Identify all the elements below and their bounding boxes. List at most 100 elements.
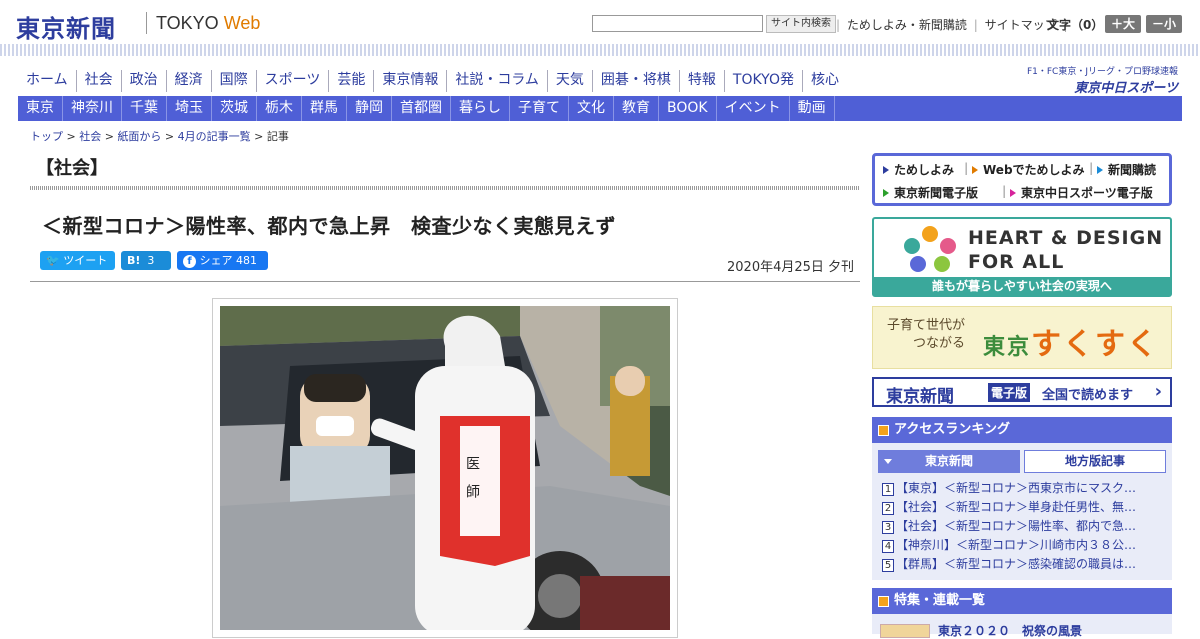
triangle-icon	[972, 166, 978, 174]
breadcrumb-item[interactable]: 4月の記事一覧	[178, 130, 251, 143]
nav-item[interactable]: TOKYO発	[723, 70, 802, 92]
region-nav-item[interactable]: 文化	[569, 96, 614, 121]
heart-design-line1: HEART & DESIGN	[968, 227, 1164, 249]
nav-item[interactable]: 社説・コラム	[446, 70, 547, 92]
nav-item[interactable]: 経済	[165, 70, 211, 92]
site-logo[interactable]: 東京新聞	[16, 9, 116, 44]
promo-chunichi-e-link[interactable]: 東京中日スポーツ電子版	[1010, 184, 1153, 201]
region-nav-item[interactable]: 教育	[614, 96, 659, 121]
nav-item[interactable]: 天気	[546, 70, 592, 92]
font-bigger-button[interactable]: ＋大	[1105, 15, 1141, 33]
nav-item[interactable]: 特報	[678, 70, 724, 92]
breadcrumb-item[interactable]: 社会	[79, 130, 101, 143]
link-divider: |	[973, 18, 978, 32]
region-nav-item[interactable]: 千葉	[122, 96, 167, 121]
breadcrumb-separator: >	[250, 130, 267, 143]
ranking-tab-tokyo-label: 東京新聞	[924, 454, 973, 468]
caret-down-icon	[884, 459, 892, 464]
region-nav-item[interactable]: 首都圏	[392, 96, 451, 121]
breadcrumb-item[interactable]: 紙面から	[117, 130, 161, 143]
region-nav-item[interactable]: 群馬	[302, 96, 347, 121]
nav-item[interactable]: ホーム	[18, 70, 76, 92]
nav-item[interactable]: 芸能	[328, 70, 373, 92]
ranking-item[interactable]: 4 【神奈川】＜新型コロナ＞川崎市内３８公…	[882, 536, 1166, 555]
ranking-tab-tokyo[interactable]: 東京新聞	[878, 450, 1020, 473]
promo-chunichi-e-label: 東京中日スポーツ電子版	[1021, 186, 1153, 200]
region-nav-item[interactable]: 茨城	[212, 96, 257, 121]
facebook-share-label: シェア	[199, 254, 233, 267]
chunichi-tagline: F1・FC東京・Jリーグ・プロ野球速報	[1026, 67, 1178, 77]
region-nav-item[interactable]: 栃木	[257, 96, 302, 121]
nav-item[interactable]: 囲碁・将棋	[591, 70, 679, 92]
promo-e-edition-link[interactable]: 東京新聞電子版	[883, 184, 978, 201]
region-nav-item[interactable]: 動画	[790, 96, 835, 121]
web-accent-text: Web	[223, 13, 261, 33]
section-title: 【社会】	[36, 158, 108, 179]
ranking-list: 1 【東京】＜新型コロナ＞西東京市にマスク… 2 【社会】＜新型コロナ＞単身赴任男性、…	[882, 479, 1166, 574]
e-edition-banner[interactable]: 東京新聞 電子版 全国で読めます ›	[872, 377, 1172, 407]
ranking-item[interactable]: 3 【社会】＜新型コロナ＞陽性率、都内で急…	[882, 517, 1166, 536]
sukusuku-tagline: 子育て世代が つながる	[887, 317, 965, 353]
tokyo-web-logo[interactable]: TOKYO Web	[156, 13, 260, 34]
feature-link[interactable]: 東京２０２０ 祝祭の風景	[938, 622, 1082, 639]
nav-item[interactable]: 東京情報	[373, 70, 446, 92]
breadcrumb-item[interactable]: トップ	[30, 130, 63, 143]
hatena-count: 3	[147, 254, 155, 267]
promo-trial-label: ためしよみ	[894, 163, 955, 177]
sukusuku-tagline-1: 子育て世代が	[887, 318, 966, 333]
article-photo[interactable]: 医 師	[220, 306, 670, 630]
header-links: | ためしよみ・新聞購読 | サイトマップ |	[836, 16, 1067, 33]
twitter-icon: 🐦	[46, 254, 60, 267]
promo-e-edition-label: 東京新聞電子版	[894, 186, 979, 200]
ranking-item[interactable]: 1 【東京】＜新型コロナ＞西東京市にマスク…	[882, 479, 1166, 498]
features-header: 特集・連載一覧	[872, 588, 1172, 614]
site-search-input[interactable]	[592, 15, 763, 32]
heart-design-line2: FOR ALL	[968, 251, 1065, 273]
promo-divider: |	[1089, 161, 1094, 175]
nav-item[interactable]: 国際	[210, 70, 256, 92]
nav-item[interactable]: 政治	[120, 70, 166, 92]
region-nav-item[interactable]: イベント	[717, 96, 790, 121]
breadcrumb: トップ > 社会 > 紙面から > 4月の記事一覧 > 記事	[30, 128, 289, 144]
site-search-button[interactable]: サイト内検索	[766, 15, 836, 33]
font-smaller-button[interactable]: －小	[1146, 15, 1182, 33]
promo-trial-link[interactable]: ためしよみ	[883, 161, 954, 178]
region-nav-item[interactable]: 静岡	[347, 96, 392, 121]
ranking-item[interactable]: 2 【社会】＜新型コロナ＞単身赴任男性、無…	[882, 498, 1166, 517]
ranking-item[interactable]: 5 【群馬】＜新型コロナ＞感染確認の職員は…	[882, 555, 1166, 574]
region-nav-item[interactable]: 子育て	[510, 96, 569, 121]
region-nav-item[interactable]: 東京	[18, 96, 63, 121]
tokyo-sukusuku-banner[interactable]: 子育て世代が つながる 東京すくすく	[872, 306, 1172, 369]
hatena-icon: B!	[127, 254, 141, 267]
region-nav-item[interactable]: 神奈川	[63, 96, 122, 121]
promo-web-trial-link[interactable]: Webでためしよみ	[972, 161, 1085, 178]
ranking-number: 5	[882, 559, 894, 572]
sukusuku-logo: 東京すくすく	[983, 319, 1159, 363]
facebook-share-button[interactable]: f シェア 481	[177, 251, 268, 270]
region-nav-item[interactable]: 暮らし	[451, 96, 510, 121]
heart-design-logo-icon	[904, 226, 956, 272]
nav-item[interactable]: 社会	[75, 70, 121, 92]
nav-item[interactable]: スポーツ	[255, 70, 329, 92]
tweet-label: ツイート	[63, 254, 108, 267]
tweet-button[interactable]: 🐦 ツイート	[40, 251, 115, 270]
square-bullet-icon	[878, 425, 889, 436]
ranking-title: 【東京】＜新型コロナ＞西東京市にマスク…	[896, 481, 1137, 495]
heart-design-caption: 誰もが暮らしやすい社会の実現へ	[874, 277, 1170, 295]
hatena-bookmark-button[interactable]: B! 3	[121, 251, 171, 270]
ranking-number: 1	[882, 483, 894, 496]
nav-item[interactable]: 核心	[801, 70, 847, 92]
article-headline: ＜新型コロナ＞陽性率、都内で急上昇 検査少なく実態見えず	[42, 214, 616, 238]
heart-design-banner[interactable]: HEART & DESIGN FOR ALL 誰もが暮らしやすい社会の実現へ	[872, 217, 1172, 297]
region-nav-item[interactable]: BOOK	[659, 96, 717, 121]
ranking-tab-local[interactable]: 地方版記事	[1024, 450, 1166, 473]
header-link-trial[interactable]: ためしよみ・新聞購読	[844, 18, 970, 32]
region-nav-item[interactable]: 埼玉	[167, 96, 212, 121]
feature-thumbnail[interactable]	[880, 624, 930, 638]
promo-subscribe-link[interactable]: 新聞購読	[1097, 161, 1156, 178]
e-edition-name: 東京新聞	[886, 387, 954, 407]
chunichi-sports-banner[interactable]: F1・FC東京・Jリーグ・プロ野球速報 東京中日スポーツ	[1016, 64, 1178, 96]
region-nav: 東京 神奈川 千葉 埼玉 茨城 栃木 群馬 静岡 首都圏 暮らし 子育て 文化 教育 BOOK イベント 動画	[18, 96, 1182, 121]
access-ranking-header: アクセスランキング	[872, 417, 1172, 443]
triangle-icon	[1097, 166, 1103, 174]
